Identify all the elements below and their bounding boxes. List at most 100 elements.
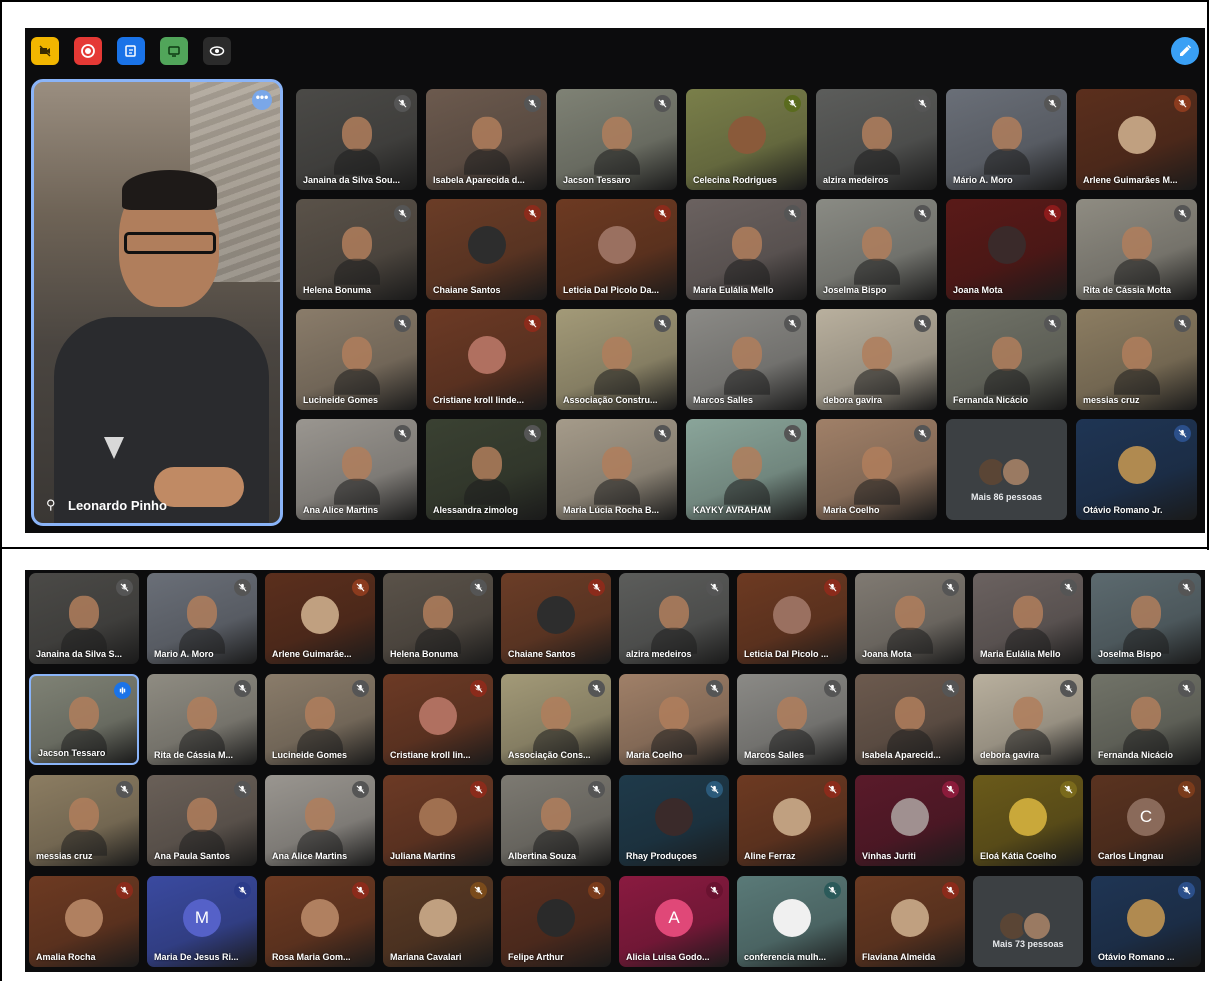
participant-tile[interactable]: Fernanda Nicácio xyxy=(946,309,1067,410)
participant-tile[interactable]: Rosa Maria Gom... xyxy=(265,876,375,967)
more-people-label: Mais 86 pessoas xyxy=(970,492,1043,502)
participant-tile[interactable]: Mário A. Moro xyxy=(946,89,1067,190)
participant-tile[interactable]: Joselma Bispo xyxy=(1091,573,1201,664)
participant-tile[interactable]: Isabela Aparecida d... xyxy=(426,89,547,190)
participant-tile[interactable]: Ana Alice Martins xyxy=(265,775,375,866)
participant-tile[interactable]: Chaiane Santos xyxy=(426,199,547,300)
participant-tile[interactable]: Marcos Salles xyxy=(686,309,807,410)
participant-tile[interactable]: Otávio Romano ... xyxy=(1091,876,1201,967)
participant-tile[interactable]: Rhay Produçoes xyxy=(619,775,729,866)
participant-tile[interactable]: Rita de Cássia Motta xyxy=(1076,199,1197,300)
mic-off-icon xyxy=(1178,781,1195,798)
participant-tile[interactable]: debora gavira xyxy=(973,674,1083,765)
participant-name: Janaina da Silva S... xyxy=(36,649,123,659)
participant-name: Isabela Aparecid... xyxy=(862,750,941,760)
record-button[interactable] xyxy=(74,37,102,65)
participant-tile[interactable]: Cristiane kroll lin... xyxy=(383,674,493,765)
edit-notes-button[interactable] xyxy=(117,37,145,65)
participant-tile[interactable]: Isabela Aparecid... xyxy=(855,674,965,765)
participant-tile[interactable]: Jacson Tessaro xyxy=(556,89,677,190)
participant-tile[interactable]: Ana Alice Martins xyxy=(296,419,417,520)
no-camera-button[interactable] xyxy=(31,37,59,65)
mic-off-icon xyxy=(1060,579,1077,596)
person-glasses xyxy=(124,232,216,254)
participant-tile[interactable]: alzira medeiros xyxy=(816,89,937,190)
avatar xyxy=(987,226,1026,265)
participant-video xyxy=(1113,226,1160,285)
mic-off-icon xyxy=(1044,205,1061,222)
avatar: C xyxy=(1127,797,1165,836)
mic-off-icon xyxy=(706,579,723,596)
participant-tile[interactable]: Mario A. Moro xyxy=(147,573,257,664)
participant-tile[interactable]: Marcos Salles xyxy=(737,674,847,765)
participant-tile[interactable]: Otávio Romano Jr. xyxy=(1076,419,1197,520)
participant-tile[interactable]: Vinhas Juriti xyxy=(855,775,965,866)
more-people-tile[interactable]: Mais 86 pessoas xyxy=(946,419,1067,520)
participant-tile[interactable]: Eloá Kátia Coelho xyxy=(973,775,1083,866)
participant-tile[interactable]: Maria Coelho xyxy=(816,419,937,520)
spotlight-tile[interactable]: ••• ⚲ Leonardo Pinho xyxy=(31,79,283,526)
participant-tile[interactable]: Amalia Rocha xyxy=(29,876,139,967)
participant-tile[interactable]: Rita de Cássia M... xyxy=(147,674,257,765)
more-people-tile[interactable]: Mais 73 pessoas xyxy=(973,876,1083,967)
mic-off-icon xyxy=(352,882,369,899)
participant-tile[interactable]: Maria Coelho xyxy=(619,674,729,765)
view-button[interactable] xyxy=(203,37,231,65)
avatar xyxy=(1127,898,1165,937)
participant-name: Chaiane Santos xyxy=(508,649,576,659)
participant-tile[interactable]: Helena Bonuma xyxy=(383,573,493,664)
participant-tile[interactable]: Joselma Bispo xyxy=(816,199,937,300)
participant-tile[interactable]: Maria Eulália Mello xyxy=(973,573,1083,664)
mic-off-icon xyxy=(706,680,723,697)
mic-off-icon xyxy=(1060,680,1077,697)
participant-tile[interactable]: Leticia Dal Picolo Da... xyxy=(556,199,677,300)
participant-tile[interactable]: Fernanda Nicácio xyxy=(1091,674,1201,765)
present-button[interactable] xyxy=(160,37,188,65)
participant-tile[interactable]: Flaviana Almeida xyxy=(855,876,965,967)
participant-tile[interactable]: Joana Mota xyxy=(855,573,965,664)
participant-tile[interactable]: Associação Constru... xyxy=(556,309,677,410)
participant-tile[interactable]: Chaiane Santos xyxy=(501,573,611,664)
participant-tile[interactable]: alzira medeiros xyxy=(619,573,729,664)
participant-tile[interactable]: Ana Paula Santos xyxy=(147,775,257,866)
participant-tile[interactable]: Maria Eulália Mello xyxy=(686,199,807,300)
participant-tile[interactable]: A Alicia Luisa Godo... xyxy=(619,876,729,967)
participant-video xyxy=(179,797,225,856)
participant-tile[interactable]: Lucineide Gomes xyxy=(296,309,417,410)
participant-tile[interactable]: Lucineide Gomes xyxy=(265,674,375,765)
avatar xyxy=(301,595,339,634)
participant-tile[interactable]: Arlene Guimarãe... xyxy=(265,573,375,664)
mic-off-icon xyxy=(824,882,841,899)
participant-tile[interactable]: debora gavira xyxy=(816,309,937,410)
participant-tile[interactable]: messias cruz xyxy=(29,775,139,866)
participant-tile[interactable]: KAYKY AVRAHAM xyxy=(686,419,807,520)
participant-tile[interactable]: Arlene Guimarães M... xyxy=(1076,89,1197,190)
participant-tile[interactable]: Albertina Souza xyxy=(501,775,611,866)
edit-button[interactable] xyxy=(1171,37,1199,65)
participant-tile[interactable]: Maria Lúcia Rocha B... xyxy=(556,419,677,520)
participant-tile[interactable]: Celecina Rodrigues xyxy=(686,89,807,190)
participant-tile[interactable]: Janaina da Silva S... xyxy=(29,573,139,664)
participant-tile[interactable]: Jacson Tessaro xyxy=(29,674,139,765)
participant-tile[interactable]: C Carlos Lingnau xyxy=(1091,775,1201,866)
participant-name: Maria Eulália Mello xyxy=(693,285,774,295)
more-options-button[interactable]: ••• xyxy=(252,90,272,110)
participant-tile[interactable]: Mariana Cavalari xyxy=(383,876,493,967)
participant-tile[interactable]: Joana Mota xyxy=(946,199,1067,300)
participant-tile[interactable]: Felipe Arthur xyxy=(501,876,611,967)
participant-tile[interactable]: M Maria De Jesus Ri... xyxy=(147,876,257,967)
participant-tile[interactable]: Cristiane kroll linde... xyxy=(426,309,547,410)
participant-video xyxy=(533,797,579,856)
participant-tile[interactable]: Janaina da Silva Sou... xyxy=(296,89,417,190)
participant-tile[interactable]: Helena Bonuma xyxy=(296,199,417,300)
participant-tile[interactable]: messias cruz xyxy=(1076,309,1197,410)
participant-tile[interactable]: Alessandra zimolog xyxy=(426,419,547,520)
participant-name: Eloá Kátia Coelho xyxy=(980,851,1057,861)
participant-tile[interactable]: Associação Cons... xyxy=(501,674,611,765)
participant-tile[interactable]: Leticia Dal Picolo ... xyxy=(737,573,847,664)
avatar xyxy=(419,797,457,836)
participant-tile[interactable]: Aline Ferraz xyxy=(737,775,847,866)
participant-tile[interactable]: Juliana Martins xyxy=(383,775,493,866)
participant-tile[interactable]: conferencia mulh... xyxy=(737,876,847,967)
mic-off-icon xyxy=(234,781,251,798)
